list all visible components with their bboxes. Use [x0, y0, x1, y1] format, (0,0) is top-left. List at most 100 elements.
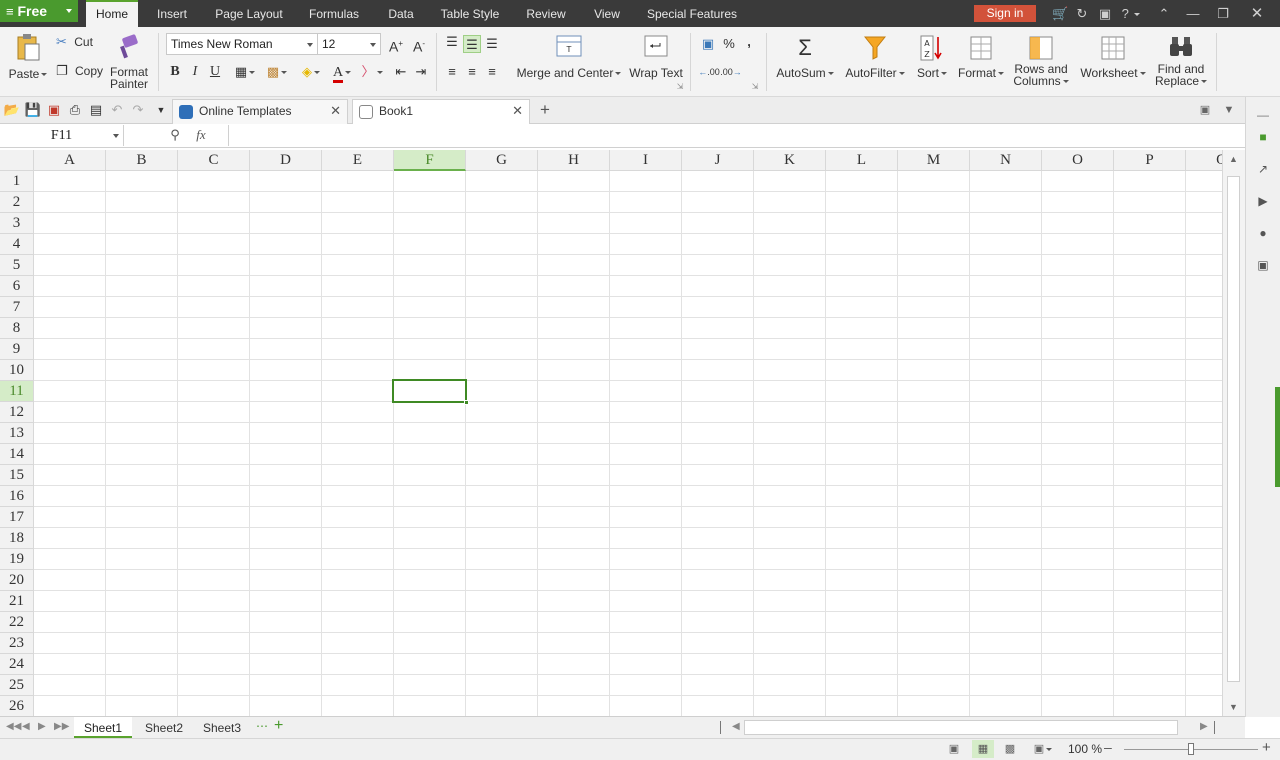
horizontal-scroll-thumb[interactable]	[744, 720, 1178, 735]
add-sheet-icon[interactable]: +	[274, 717, 283, 735]
sheet-tab-sheet3[interactable]: Sheet3	[194, 717, 250, 738]
decrease-indent-icon[interactable]: ⇤	[392, 63, 410, 81]
pane-collapse-icon[interactable]: —	[1255, 107, 1271, 123]
row-header-9[interactable]: 9	[0, 339, 34, 360]
selected-cell[interactable]	[392, 379, 469, 405]
tab-book1[interactable]: Book1 ✕	[352, 99, 530, 124]
column-header-e[interactable]: E	[322, 150, 394, 171]
style-pane-icon[interactable]: ▶	[1255, 193, 1271, 209]
redo-icon[interactable]: ↷	[129, 101, 147, 119]
row-header-24[interactable]: 24	[0, 654, 34, 675]
format-painter-button[interactable]: Format Painter	[106, 32, 152, 90]
next-sheet-icon[interactable]: ▶	[38, 721, 46, 732]
zoom-slider-thumb[interactable]	[1188, 743, 1194, 755]
row-header-11[interactable]: 11	[0, 381, 34, 402]
column-header-a[interactable]: A	[34, 150, 106, 171]
restore-icon[interactable]: ❐	[1215, 6, 1231, 22]
row-header-13[interactable]: 13	[0, 423, 34, 444]
tab-options-icon[interactable]: ▼	[1220, 101, 1238, 119]
column-header-l[interactable]: L	[826, 150, 898, 171]
row-header-26[interactable]: 26	[0, 696, 34, 716]
fill-handle[interactable]	[464, 400, 469, 405]
rows-columns-button[interactable]: Rows and Columns	[1010, 35, 1072, 93]
align-bottom-icon[interactable]: ☰	[483, 35, 501, 53]
new-tab-icon[interactable]: +	[536, 101, 554, 119]
column-header-h[interactable]: H	[538, 150, 610, 171]
scroll-up-icon[interactable]: ▲	[1229, 154, 1238, 164]
align-middle-icon[interactable]: ☰	[463, 35, 481, 53]
borders-icon[interactable]: ▦	[230, 63, 260, 81]
app-menu-button[interactable]: ≡ Free	[0, 0, 78, 22]
row-header-17[interactable]: 17	[0, 507, 34, 528]
column-header-b[interactable]: B	[106, 150, 178, 171]
new-document-icon[interactable]: ■	[1255, 129, 1271, 145]
column-header-g[interactable]: G	[466, 150, 538, 171]
sort-button[interactable]: A Z Sort	[914, 35, 950, 85]
scroll-split-divider[interactable]	[720, 721, 721, 734]
row-header-20[interactable]: 20	[0, 570, 34, 591]
sign-in-button[interactable]: Sign in	[974, 5, 1036, 22]
wrap-text-button[interactable]: Wrap Text	[628, 35, 684, 85]
fill-color-icon[interactable]: ◈	[296, 63, 326, 81]
print-icon[interactable]: ⎙	[66, 101, 84, 119]
sync-icon[interactable]: ↻	[1074, 6, 1090, 22]
zoom-level[interactable]: 100 %	[1068, 742, 1102, 756]
full-screen-icon[interactable]: ▣	[1028, 740, 1058, 758]
row-header-4[interactable]: 4	[0, 234, 34, 255]
autosum-button[interactable]: Σ AutoSum	[774, 35, 836, 85]
row-header-22[interactable]: 22	[0, 612, 34, 633]
row-header-14[interactable]: 14	[0, 444, 34, 465]
column-header-i[interactable]: I	[610, 150, 682, 171]
comma-style-button[interactable]: ,	[740, 33, 758, 51]
number-format-launcher-icon[interactable]: ⇲	[751, 83, 759, 91]
column-header-q[interactable]: Q	[1186, 150, 1222, 171]
pane-expand-handle[interactable]	[1275, 387, 1280, 487]
tab-insert[interactable]: Insert	[150, 0, 194, 27]
alignment-launcher-icon[interactable]: ⇲	[676, 83, 684, 91]
last-sheet-icon[interactable]: ▶▶	[54, 721, 69, 732]
tab-list-icon[interactable]: ▣	[1196, 101, 1214, 119]
merge-center-button[interactable]: T Merge and Center	[514, 35, 624, 85]
row-header-25[interactable]: 25	[0, 675, 34, 696]
row-header-21[interactable]: 21	[0, 591, 34, 612]
row-header-8[interactable]: 8	[0, 318, 34, 339]
scroll-down-icon[interactable]: ▼	[1229, 702, 1238, 712]
zoom-in-icon[interactable]: +	[1262, 739, 1271, 756]
tab-table-style[interactable]: Table Style	[436, 0, 504, 27]
row-header-5[interactable]: 5	[0, 255, 34, 276]
bold-button[interactable]: B	[166, 63, 184, 81]
zoom-out-icon[interactable]: –	[1104, 739, 1112, 755]
undo-icon[interactable]: ↶	[108, 101, 126, 119]
increase-font-icon[interactable]: A+	[387, 35, 405, 55]
align-right-icon[interactable]: ≡	[483, 63, 501, 81]
row-header-18[interactable]: 18	[0, 528, 34, 549]
close-tab-icon[interactable]: ✕	[330, 100, 341, 122]
formula-input[interactable]	[228, 125, 1242, 146]
save-icon[interactable]: 💾	[24, 101, 42, 119]
cell-style-icon[interactable]: ▩	[262, 63, 292, 81]
tab-review[interactable]: Review	[520, 0, 572, 27]
tab-view[interactable]: View	[588, 0, 626, 27]
paste-button[interactable]: Paste	[6, 32, 50, 88]
increase-indent-icon[interactable]: ⇥	[412, 63, 430, 81]
increase-decimal-button[interactable]: ←.00	[698, 63, 720, 81]
column-header-m[interactable]: M	[898, 150, 970, 171]
font-size-select[interactable]: 12	[317, 33, 381, 55]
column-header-p[interactable]: P	[1114, 150, 1186, 171]
quick-access-dropdown-icon[interactable]: ▼	[152, 101, 170, 119]
cut-button[interactable]: ✂ Cut	[56, 35, 96, 52]
underline-button[interactable]: U	[206, 63, 224, 81]
align-center-icon[interactable]: ≡	[463, 63, 481, 81]
tab-special-features[interactable]: Special Features	[644, 0, 740, 27]
column-header-f[interactable]: F	[394, 150, 466, 171]
spreadsheet-grid[interactable]: ABCDEFGHIJKLMNOPQ 1 2 3 4 5 6 7 8 9 10 11 12 13 14 15 1…	[0, 150, 1222, 716]
export-pdf-icon[interactable]: ▣	[45, 101, 63, 119]
decrease-font-icon[interactable]: A-	[410, 35, 428, 55]
column-header-k[interactable]: K	[754, 150, 826, 171]
autofilter-button[interactable]: AutoFilter	[842, 35, 908, 85]
row-header-10[interactable]: 10	[0, 360, 34, 381]
row-header-2[interactable]: 2	[0, 192, 34, 213]
clear-format-icon[interactable]: 〉	[358, 63, 386, 81]
help-icon[interactable]: ?	[1120, 6, 1142, 22]
zoom-function-icon[interactable]: ⚲	[166, 126, 184, 144]
